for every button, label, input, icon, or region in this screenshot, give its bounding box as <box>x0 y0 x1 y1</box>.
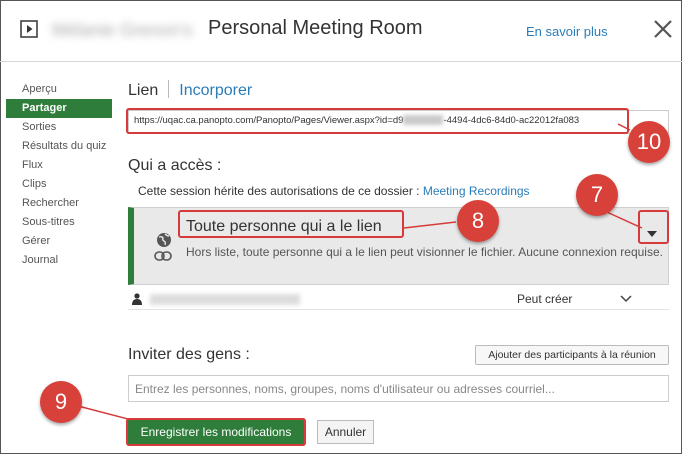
close-icon[interactable] <box>652 18 674 40</box>
tab-divider <box>168 80 170 98</box>
inherit-text: Cette session hérite des autorisations d… <box>138 184 423 198</box>
user-permission-value[interactable]: Peut créer <box>517 292 572 306</box>
dialog-header: Mélanie Grenon's Personal Meeting Room E… <box>0 0 682 62</box>
learn-more-link[interactable]: En savoir plus <box>526 24 608 39</box>
invite-input[interactable] <box>128 375 669 402</box>
invite-title: Inviter des gens : <box>128 346 250 363</box>
user-name-redacted <box>150 294 300 305</box>
sidebar-item-sous-titres[interactable]: Sous-titres <box>6 213 112 232</box>
annotation-badge-9: 9 <box>40 381 82 423</box>
sidebar-item-apercu[interactable]: Aperçu <box>6 80 112 99</box>
user-permission-row: Peut créer <box>128 288 669 310</box>
annotation-badge-7: 7 <box>576 174 618 216</box>
link-permission-box: Toute personne qui a le lien Hors liste,… <box>128 207 669 285</box>
cancel-button[interactable]: Annuler <box>317 420 374 444</box>
play-icon <box>20 20 38 38</box>
share-url-field[interactable]: https://uqac.ca.panopto.com/Panopto/Page… <box>128 110 669 134</box>
sidebar-item-journal[interactable]: Journal <box>6 251 112 270</box>
user-icon <box>132 293 142 305</box>
access-title: Qui a accès : <box>128 157 222 174</box>
annotation-badge-10: 10 <box>628 121 670 163</box>
sidebar-item-sorties[interactable]: Sorties <box>6 118 112 137</box>
share-url-prefix: https://uqac.ca.panopto.com/Panopto/Page… <box>134 115 404 126</box>
sidebar-item-rechercher[interactable]: Rechercher <box>6 194 112 213</box>
owner-name: Mélanie Grenon's <box>52 20 193 40</box>
share-tabs: Lien Incorporer <box>128 80 252 100</box>
permission-description: Hors liste, toute personne qui a le lien… <box>186 245 663 259</box>
caret-down-icon[interactable] <box>646 230 658 238</box>
permission-title: Toute personne qui a le lien <box>186 218 382 235</box>
chevron-down-icon[interactable] <box>620 295 632 303</box>
tab-link[interactable]: Lien <box>128 82 158 99</box>
sidebar-item-resultats-quiz[interactable]: Résultats du quiz <box>6 137 112 156</box>
share-url-text: https://uqac.ca.panopto.com/Panopto/Page… <box>134 115 579 126</box>
link-icon <box>154 251 172 261</box>
tab-embed[interactable]: Incorporer <box>179 82 252 99</box>
inherit-notice: Cette session hérite des autorisations d… <box>138 184 530 198</box>
folder-link[interactable]: Meeting Recordings <box>423 184 530 198</box>
add-participants-button[interactable]: Ajouter des participants à la réunion <box>475 345 669 365</box>
share-url-suffix: -4494-4dc6-84d0-ac22012fa083 <box>443 115 580 126</box>
sidebar: Aperçu Partager Sorties Résultats du qui… <box>6 80 112 270</box>
globe-icon <box>157 233 171 247</box>
sidebar-item-gerer[interactable]: Gérer <box>6 232 112 251</box>
sidebar-item-flux[interactable]: Flux <box>6 156 112 175</box>
annotation-badge-8: 8 <box>457 200 499 242</box>
url-redaction <box>403 115 444 126</box>
dialog-title: Personal Meeting Room <box>208 17 423 39</box>
sidebar-item-partager[interactable]: Partager <box>6 99 112 118</box>
sidebar-item-clips[interactable]: Clips <box>6 175 112 194</box>
save-button[interactable]: Enregistrer les modifications <box>128 420 304 444</box>
